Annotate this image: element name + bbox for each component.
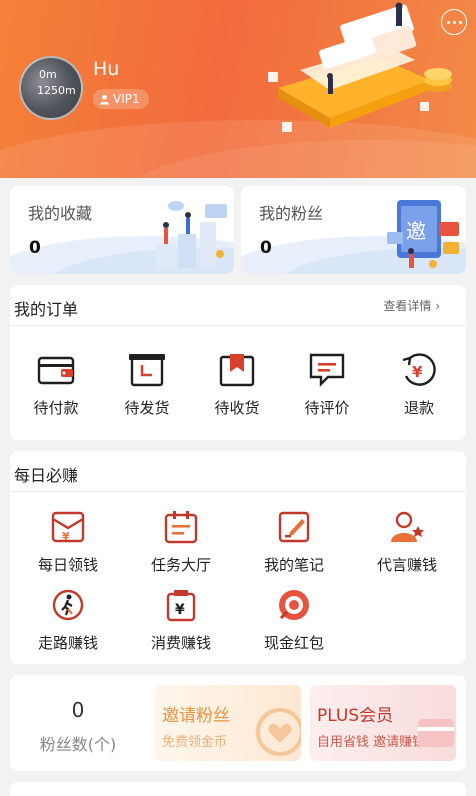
favorites-illustration bbox=[156, 201, 227, 268]
refund-icon[interactable]: ¥ bbox=[399, 350, 439, 390]
plus-member-subtitle: 自用省钱 邀请赚钱 bbox=[317, 735, 426, 750]
avatar[interactable]: 0m 1250m bbox=[19, 56, 83, 120]
daily-item-walk-earn[interactable]: 走路赚钱 bbox=[23, 632, 113, 653]
order-pending-shipment[interactable]: 待发货 bbox=[102, 397, 192, 418]
favorites-count: 0 bbox=[29, 238, 41, 258]
fans-title: 我的粉丝 bbox=[259, 204, 324, 223]
daily-item-my-notes[interactable]: 我的笔记 bbox=[249, 554, 339, 575]
favorites-card[interactable]: 我的收藏 0 bbox=[10, 186, 234, 274]
daily-item-task-hall[interactable]: 任务大厅 bbox=[136, 554, 226, 575]
receive-icon[interactable] bbox=[217, 350, 257, 390]
daily-item-daily-money[interactable]: 每日领钱 bbox=[23, 554, 113, 575]
avatar-text: 1250m bbox=[37, 84, 76, 97]
user-icon bbox=[99, 94, 110, 105]
svg-text:邀: 邀 bbox=[406, 219, 426, 243]
invite-fans-subtitle: 免费领金币 bbox=[162, 735, 228, 750]
order-refund[interactable]: 退款 bbox=[374, 397, 464, 418]
daily-item-cash-redpacket[interactable]: 现金红包 bbox=[249, 632, 339, 653]
orders-title: 我的订单 bbox=[14, 300, 79, 319]
cash-redpacket-icon[interactable] bbox=[274, 585, 314, 625]
walk-icon[interactable] bbox=[48, 585, 88, 625]
invite-fans-title: 邀请粉丝 bbox=[162, 706, 230, 726]
money-envelope-icon[interactable]: ¥ bbox=[48, 507, 88, 547]
note-icon[interactable] bbox=[274, 507, 314, 547]
order-pending-payment[interactable]: 待付款 bbox=[11, 397, 101, 418]
more-button[interactable] bbox=[441, 9, 467, 35]
svg-text:¥: ¥ bbox=[175, 602, 185, 618]
fans-count-value: 0 bbox=[71, 698, 85, 722]
endorse-person-icon[interactable] bbox=[387, 507, 427, 547]
card-icon bbox=[418, 719, 454, 747]
favorites-title: 我的收藏 bbox=[28, 204, 93, 223]
order-pending-receipt[interactable]: 待收货 bbox=[192, 397, 282, 418]
comment-icon[interactable] bbox=[307, 350, 347, 390]
svg-text:¥: ¥ bbox=[412, 363, 423, 381]
daily-title: 每日必赚 bbox=[14, 466, 79, 485]
orders-detail-link[interactable]: 查看详情 › bbox=[383, 297, 440, 314]
heart-icon bbox=[256, 708, 301, 756]
username: Hu bbox=[93, 58, 120, 80]
banner-illustration bbox=[268, 2, 452, 132]
fans-illustration: 邀 bbox=[387, 200, 459, 268]
next-section-card bbox=[10, 782, 466, 796]
plus-member-banner[interactable]: PLUS会员 自用省钱 邀请赚钱 bbox=[310, 685, 456, 761]
svg-text:¥: ¥ bbox=[62, 530, 70, 543]
calendar-task-icon[interactable] bbox=[161, 507, 201, 547]
invite-fans-banner[interactable]: 邀请粉丝 免费领金币 bbox=[155, 685, 301, 761]
fans-count: 0 bbox=[260, 238, 272, 258]
fans-card[interactable]: 我的粉丝 0 邀 bbox=[241, 186, 466, 274]
consume-icon[interactable]: ¥ bbox=[161, 585, 201, 625]
vip-badge[interactable]: VIP1 bbox=[93, 89, 149, 109]
daily-item-endorse-earn[interactable]: 代言赚钱 bbox=[362, 554, 452, 575]
fans-count-label: 粉丝数(个) bbox=[39, 735, 117, 754]
wallet-icon[interactable] bbox=[36, 350, 76, 390]
profile-header: 0m 1250m Hu VIP1 bbox=[0, 0, 476, 178]
plus-member-title: PLUS会员 bbox=[317, 706, 394, 726]
daily-item-consume-earn[interactable]: 消费赚钱 bbox=[136, 632, 226, 653]
avatar-text: 0m bbox=[39, 68, 57, 81]
vip-level: VIP1 bbox=[113, 92, 140, 106]
order-pending-review[interactable]: 待评价 bbox=[282, 397, 372, 418]
box-ship-icon[interactable] bbox=[127, 350, 167, 390]
